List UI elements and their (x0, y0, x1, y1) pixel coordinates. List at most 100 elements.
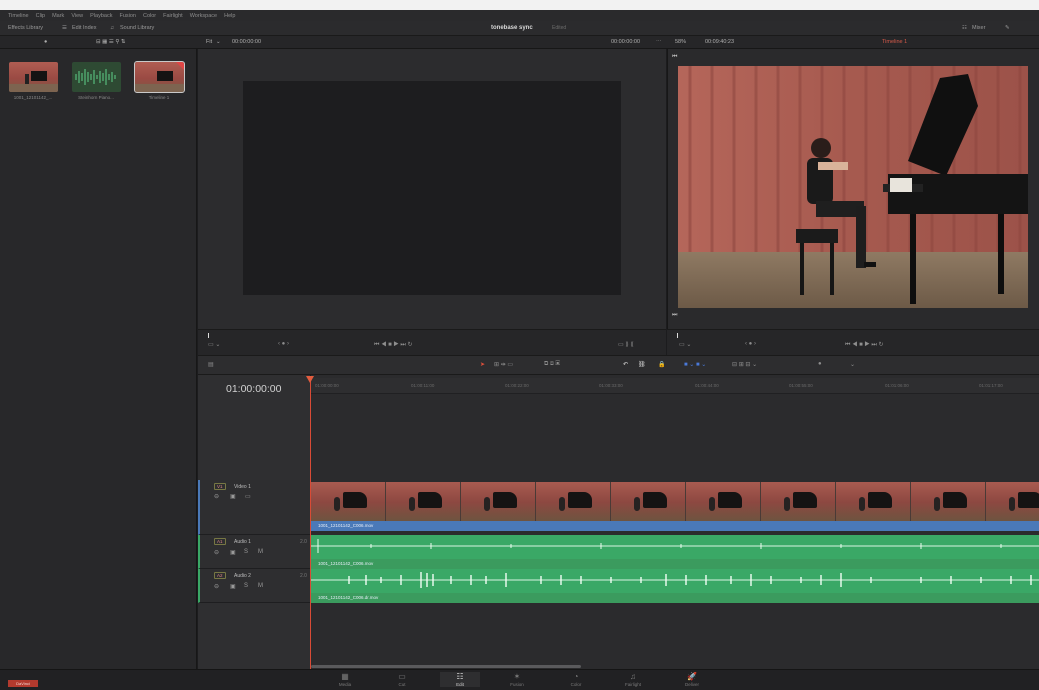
pool-dot-icon[interactable]: ● (44, 39, 47, 45)
menu-playback[interactable]: Playback (90, 13, 112, 19)
ruler-label: 01:00:55:00 (789, 383, 813, 388)
viewer-options-icon[interactable]: ▭ ⌄ (208, 341, 220, 348)
audio2-clip[interactable]: 1001_12101142_C006.dr.mov (311, 569, 1039, 603)
timeline-ruler[interactable]: 01:00:00:00 01:00:11:00 01:00:22:00 01:0… (311, 378, 1039, 394)
page-cut[interactable]: ▭ Cut (382, 672, 422, 687)
flag-icon[interactable]: ■ ⌄ ■ ⌄ (684, 361, 706, 368)
video-frame-thumbnail (761, 482, 836, 521)
source-timecode: 00:00:00:00 (611, 39, 641, 45)
audio1-waveform (311, 539, 1039, 553)
timeline-scrubber-head[interactable] (677, 333, 678, 338)
audio-clip-thumbnail[interactable] (72, 62, 121, 92)
timeline-viewer-options-icon[interactable]: ▭ ⌄ (679, 341, 691, 348)
auto-select-icon[interactable]: ▣ (230, 549, 236, 556)
menu-mark[interactable]: Mark (52, 13, 64, 19)
edit-mode-icons[interactable]: ⧉ ⧈ ▣ (544, 361, 560, 368)
auto-select-icon[interactable]: ▣ (230, 583, 236, 590)
pool-view-icons[interactable]: ⊟ ▦ ☰ ⚲ ⇅ (96, 39, 126, 45)
media-pool (0, 49, 197, 669)
page-edit[interactable]: ☷ Edit (440, 672, 480, 687)
menu-clip[interactable]: Clip (36, 13, 45, 19)
edit-icon: ☷ (456, 672, 464, 681)
in-marker-icon: ⏮ (672, 54, 678, 60)
mixer-button[interactable]: Mixer (972, 25, 985, 31)
more-icon[interactable]: ⋯ (656, 39, 662, 45)
link-icon[interactable]: ⛓ (638, 361, 646, 368)
zoom-slider-icon[interactable]: ● (818, 361, 822, 367)
chevron-down-icon[interactable]: ⌄ (216, 39, 221, 45)
lock-icon[interactable]: ⊖ (214, 583, 219, 590)
menu-timeline[interactable]: Timeline (8, 13, 29, 19)
edit-index-button[interactable]: Edit Index (72, 25, 96, 31)
menu-fairlight[interactable]: Fairlight (163, 13, 183, 19)
video-frame-thumbnail (386, 482, 461, 521)
trim-tool-icons[interactable]: ⊞ ⇹ ▭ (494, 361, 513, 368)
playhead-handle[interactable] (306, 376, 314, 383)
solo-icon[interactable]: S (244, 549, 248, 555)
zoom-icons[interactable]: ⊟ ⊞ ⊟ ⌄ (732, 361, 757, 368)
ruler-label: 01:01:06:00 (885, 383, 909, 388)
menu-workspace[interactable]: Workspace (190, 13, 217, 19)
track-header-video1[interactable]: V1 Video 1 ⊖ ▣ ▭ (198, 480, 311, 535)
sound-library-icon: ♫ (110, 25, 115, 31)
ruler-label: 01:00:33:00 (599, 383, 623, 388)
menu-color[interactable]: Color (143, 13, 156, 19)
mute-icon[interactable]: M (258, 583, 263, 589)
selection-tool-icon[interactable]: ➤ (480, 361, 485, 368)
cut-icon: ▭ (398, 672, 406, 681)
menu-fusion[interactable]: Fusion (119, 13, 136, 19)
media-icon: ▦ (341, 672, 349, 681)
source-duration: 00:00:00:00 (232, 39, 262, 45)
source-scrubber-head[interactable] (208, 333, 209, 338)
timeline-zoom[interactable]: 58% (675, 39, 686, 45)
menu-help[interactable]: Help (224, 13, 235, 19)
source-zoom[interactable]: Fit (206, 39, 212, 45)
metadata-icon[interactable]: ✎ (1005, 25, 1010, 31)
track-header-audio1[interactable]: A1 Audio 1 2.0 ⊖ ▣ S M (198, 535, 311, 569)
video1-clip[interactable] (311, 482, 1039, 521)
timeline-thumbnail-icon (135, 62, 184, 92)
timeline-scrollbar[interactable] (311, 665, 581, 668)
timeline-view-options-icon[interactable]: ▤ (208, 361, 214, 368)
color-icon: ◔ (573, 672, 579, 681)
video-frame-thumbnail (686, 482, 761, 521)
page-label: Fairlight (624, 682, 641, 687)
media-clip-thumbnail[interactable] (9, 62, 58, 92)
video-clip-name-bar[interactable]: 1001_12101142_C006.mov (311, 521, 1039, 531)
timeline-viewer-frame[interactable] (678, 66, 1028, 308)
lock-icon[interactable]: 🔒 (658, 361, 665, 368)
audio1-clip-label: 1001_12101142_C006.mov (318, 561, 374, 566)
solo-icon[interactable]: S (244, 583, 248, 589)
menu-view[interactable]: View (71, 13, 83, 19)
snapping-icon[interactable]: ↶ (623, 361, 628, 368)
source-viewer-frame[interactable] (243, 81, 621, 295)
effects-library-button[interactable]: Effects Library (8, 25, 43, 31)
timeline-thumbnail[interactable] (134, 61, 185, 93)
page-media[interactable]: ▦ Media (325, 672, 365, 687)
sound-library-button[interactable]: Sound Library (120, 25, 154, 31)
audio1-clip[interactable]: 1001_12101142_C006.mov (311, 535, 1039, 569)
page-fairlight[interactable]: ♫ Fairlight (613, 672, 653, 687)
timeline-jog-icon[interactable]: ‹ ● › (745, 341, 756, 347)
zoom-more-icon[interactable]: ⌄ (850, 361, 855, 368)
timeline-playback-controls[interactable]: ⏮ ◀ ■ ▶ ⏭ ↻ (845, 341, 884, 349)
resolve-badge: DaVinci (8, 680, 38, 687)
track-channels: 2.0 (300, 573, 307, 579)
video-frame-thumbnail (461, 482, 536, 521)
auto-select-icon[interactable]: ▣ (230, 493, 236, 500)
video-frame-thumbnail (836, 482, 911, 521)
menu-bar: Timeline Clip Mark View Playback Fusion … (0, 10, 1039, 21)
mute-icon[interactable]: M (258, 549, 263, 555)
source-playback-controls[interactable]: ⏮ ◀ ■ ▶ ⏭ ↻ (374, 341, 413, 349)
timeline-name-selector[interactable]: Timeline 1 (882, 39, 907, 45)
page-deliver[interactable]: 🚀 Deliver (672, 672, 712, 687)
jog-icon[interactable]: ‹ ● › (278, 341, 289, 347)
track-header-audio2[interactable]: A2 Audio 2 2.0 ⊖ ▣ S M (198, 569, 311, 603)
lock-icon[interactable]: ⊖ (214, 549, 219, 556)
monitor-icon[interactable]: ▭ (245, 493, 251, 500)
match-frame-icons[interactable]: ▭ ⟫ ⟪ (618, 341, 634, 348)
playhead[interactable] (310, 378, 311, 669)
page-fusion[interactable]: ✶ Fusion (497, 672, 537, 687)
page-color[interactable]: ◔ Color (556, 672, 596, 687)
lock-icon[interactable]: ⊖ (214, 493, 219, 500)
